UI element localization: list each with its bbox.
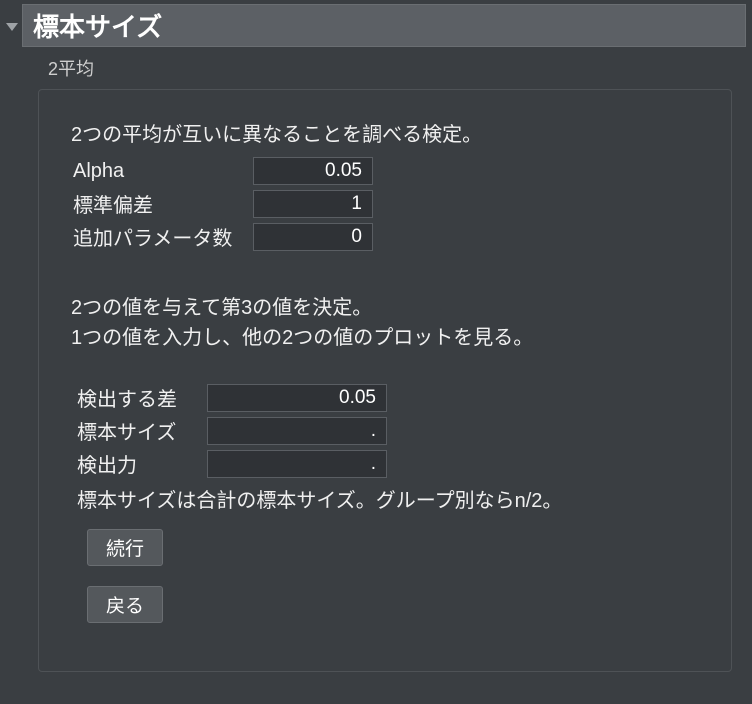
param-row-extra-params: 追加パラメータ数 (63, 222, 707, 251)
label-sample-size: 標本サイズ (77, 416, 207, 445)
label-power: 検出力 (77, 449, 207, 478)
input-difference[interactable] (207, 384, 387, 412)
param-row-difference: 検出する差 (63, 383, 707, 412)
desc-solve-line1: 2つの値を与えて第3の値を決定。 (71, 293, 707, 323)
description-test: 2つの平均が互いに異なることを調べる検定。 (63, 118, 707, 147)
input-power[interactable] (207, 450, 387, 478)
back-button[interactable]: 戻る (87, 586, 163, 623)
param-row-alpha: Alpha (63, 157, 707, 185)
label-extra-params: 追加パラメータ数 (73, 222, 253, 251)
label-alpha: Alpha (73, 160, 253, 183)
param-row-power: 検出力 (63, 449, 707, 478)
disclosure-triangle-icon[interactable] (6, 23, 18, 31)
sample-size-panel: 2つの平均が互いに異なることを調べる検定。 Alpha 標準偏差 追加パラメータ… (38, 89, 732, 672)
continue-button[interactable]: 続行 (87, 529, 163, 566)
note-sample-size: 標本サイズは合計の標本サイズ。グループ別ならn/2。 (63, 484, 707, 513)
desc-solve-line2: 1つの値を入力し、他の2つの値のプロットを見る。 (71, 323, 707, 353)
label-difference: 検出する差 (77, 383, 207, 412)
input-alpha[interactable] (253, 157, 373, 185)
input-stddev[interactable] (253, 190, 373, 218)
param-row-stddev: 標準偏差 (63, 189, 707, 218)
input-sample-size[interactable] (207, 417, 387, 445)
description-solve: 2つの値を与えて第3の値を決定。 1つの値を入力し、他の2つの値のプロットを見る… (63, 293, 707, 353)
label-stddev: 標準偏差 (73, 189, 253, 218)
param-row-sample-size: 標本サイズ (63, 416, 707, 445)
input-extra-params[interactable] (253, 223, 373, 251)
panel-subtitle: 2平均 (0, 53, 752, 89)
panel-title: 標本サイズ (22, 4, 746, 47)
